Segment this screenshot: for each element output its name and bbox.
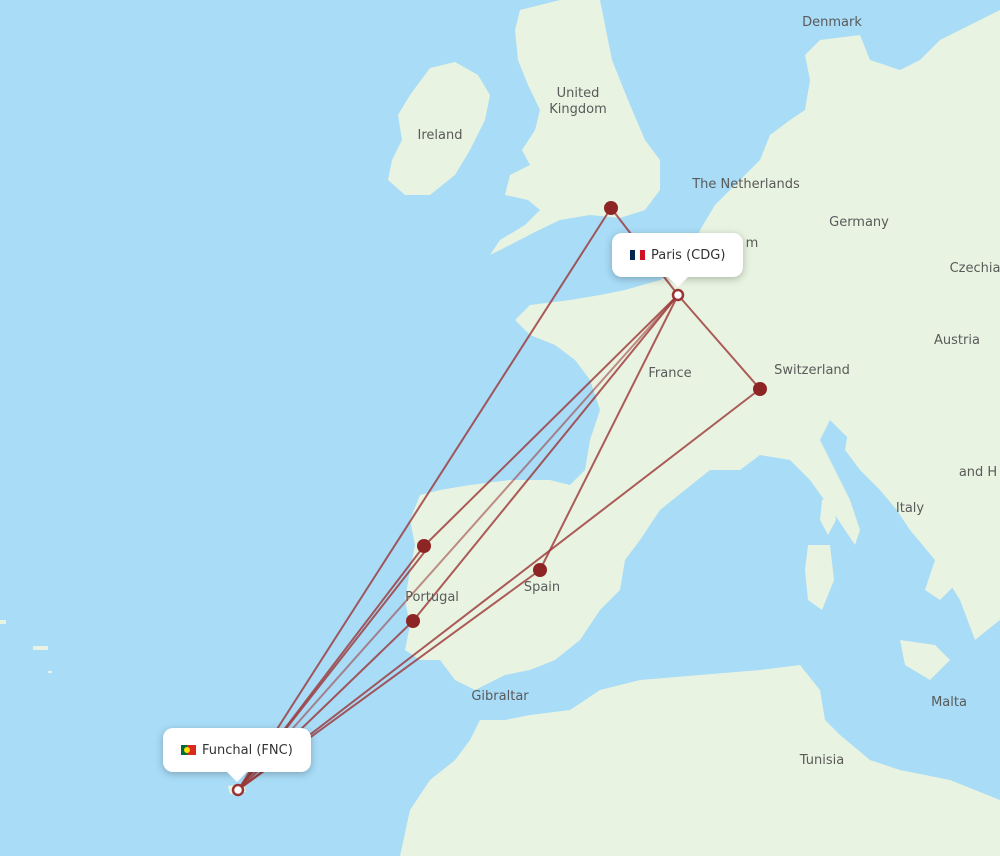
country-label-tunisia: Tunisia bbox=[799, 753, 845, 768]
country-label-france: France bbox=[648, 366, 692, 381]
route-map[interactable] bbox=[0, 0, 1000, 856]
land-azores bbox=[33, 646, 48, 650]
country-label-uk: United Kingdom bbox=[549, 86, 607, 118]
portugal-flag-icon bbox=[181, 745, 196, 755]
country-label-switzerland: Switzerland bbox=[774, 363, 850, 378]
country-label-ireland: Ireland bbox=[417, 128, 463, 143]
destination-airport-marker[interactable] bbox=[231, 783, 245, 797]
country-label-portugal: Portugal bbox=[405, 590, 459, 605]
land-azores bbox=[48, 671, 52, 673]
stopover-marker-madrid[interactable] bbox=[533, 563, 547, 577]
france-flag-icon bbox=[630, 250, 645, 260]
destination-airport-tooltip[interactable]: Funchal (FNC) bbox=[163, 728, 311, 782]
origin-airport-tooltip[interactable]: Paris (CDG) bbox=[612, 233, 744, 287]
stopover-marker-porto[interactable] bbox=[417, 539, 431, 553]
country-label-malta: Malta bbox=[931, 695, 967, 710]
country-label-spain: Spain bbox=[523, 580, 561, 595]
country-label-czechia: Czechia bbox=[949, 261, 1000, 276]
country-label-gibraltar: Gibraltar bbox=[471, 689, 529, 704]
country-label-uk-line2: Kingdom bbox=[549, 102, 607, 117]
land-azores bbox=[0, 620, 6, 624]
stopover-marker-london[interactable] bbox=[604, 201, 618, 215]
destination-airport-label: Funchal (FNC) bbox=[202, 742, 293, 758]
country-label-italy: Italy bbox=[895, 501, 925, 516]
country-label-bosnia-partial: and H bbox=[958, 465, 998, 480]
country-label-belgium-partial: m bbox=[745, 236, 759, 251]
stopover-marker-geneva[interactable] bbox=[753, 382, 767, 396]
country-label-netherlands: The Netherlands bbox=[692, 177, 800, 192]
country-label-austria: Austria bbox=[934, 333, 980, 348]
origin-airport-marker[interactable] bbox=[671, 288, 685, 302]
country-label-germany: Germany bbox=[829, 215, 889, 230]
stopover-marker-lisbon[interactable] bbox=[406, 614, 420, 628]
country-label-uk-line1: United bbox=[556, 86, 600, 101]
origin-airport-label: Paris (CDG) bbox=[651, 247, 726, 263]
country-label-denmark: Denmark bbox=[802, 15, 862, 30]
